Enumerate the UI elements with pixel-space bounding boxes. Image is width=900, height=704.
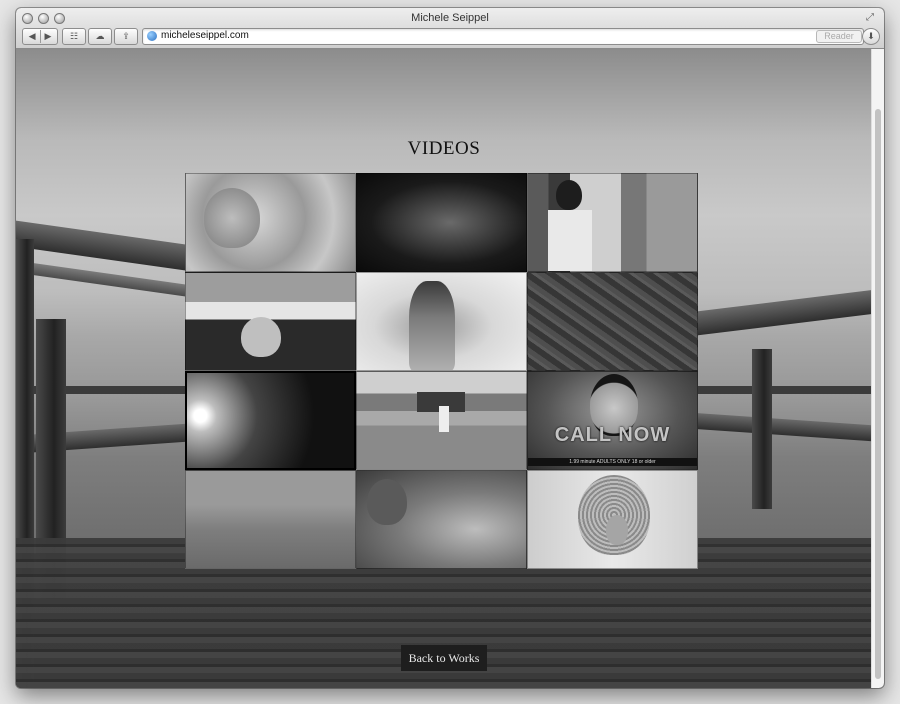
scrollbar-thumb[interactable]: [875, 109, 881, 679]
shoreline-right: [697, 386, 872, 394]
back-to-works-button[interactable]: Back to Works: [401, 645, 487, 671]
video-thumbnail-1[interactable]: [185, 173, 356, 272]
video-thumbnail-2[interactable]: [356, 173, 527, 272]
blurry-woman-figure: [409, 281, 455, 370]
video-grid: CALL NOW 1.99 minute ADULTS ONLY 18 or o…: [185, 173, 698, 570]
video-thumbnail-9[interactable]: CALL NOW 1.99 minute ADULTS ONLY 18 or o…: [527, 371, 698, 470]
download-icon: ⬇: [867, 31, 875, 41]
downloads-button[interactable]: ⬇: [862, 28, 880, 45]
railing-right-top: [692, 289, 872, 337]
person-figure: [556, 180, 582, 210]
page-title: VIDEOS: [407, 138, 481, 159]
top-sites-icon: ☷: [69, 31, 79, 41]
forward-arrow-icon[interactable]: ▶: [45, 31, 52, 42]
browser-window: Michele Seippel ⤢ ◀ ▶ ☷ ☁ ⇪ micheleseipp…: [16, 8, 884, 688]
video-thumbnail-6[interactable]: [527, 272, 698, 371]
video-thumbnail-5[interactable]: [356, 272, 527, 371]
face-figure: [606, 515, 628, 545]
browser-toolbar: ◀ ▶ ☷ ☁ ⇪ micheleseippel.com Reader ⬇: [16, 26, 884, 48]
vertical-scrollbar[interactable]: [871, 49, 884, 688]
reader-button[interactable]: Reader: [816, 30, 862, 43]
fullscreen-icon[interactable]: ⤢: [866, 12, 878, 24]
globe-icon: [147, 31, 157, 41]
girl-figure: [439, 406, 449, 432]
window-title: Michele Seippel: [411, 12, 489, 24]
video-thumbnail-8[interactable]: [356, 371, 527, 470]
video-thumbnail-7[interactable]: [185, 371, 356, 470]
face-figure: [204, 188, 260, 248]
address-bar[interactable]: micheleseippel.com Reader: [142, 28, 864, 45]
video-thumbnail-11[interactable]: [356, 470, 527, 569]
video-thumbnail-12[interactable]: [527, 470, 698, 569]
adults-only-caption: 1.99 minute ADULTS ONLY 18 or older: [528, 458, 697, 466]
back-arrow-icon[interactable]: ◀: [29, 31, 36, 42]
apron-figure: [548, 210, 592, 271]
share-button[interactable]: ⇪: [114, 28, 138, 45]
url-text[interactable]: micheleseippel.com: [161, 30, 249, 41]
cloud-icon: ☁: [95, 31, 105, 41]
browser-chrome: Michele Seippel ⤢ ◀ ▶ ☷ ☁ ⇪ micheleseipp…: [16, 8, 884, 49]
page-content: VIDEOS CALL NOW 1.99 minute ADULTS ONLY …: [16, 49, 872, 688]
video-thumbnail-4[interactable]: [185, 272, 356, 371]
face-figure: [241, 317, 281, 357]
top-sites-button[interactable]: ☷: [62, 28, 86, 45]
video-thumbnail-10[interactable]: [185, 470, 356, 569]
share-icon: ⇪: [122, 31, 130, 41]
back-forward-buttons: ◀ ▶: [22, 28, 58, 45]
railing-post-right: [752, 349, 772, 509]
face-figure: [367, 479, 407, 525]
video-thumbnail-3[interactable]: [527, 173, 698, 272]
call-now-text: CALL NOW: [554, 424, 671, 446]
icloud-tabs-button[interactable]: ☁: [88, 28, 112, 45]
